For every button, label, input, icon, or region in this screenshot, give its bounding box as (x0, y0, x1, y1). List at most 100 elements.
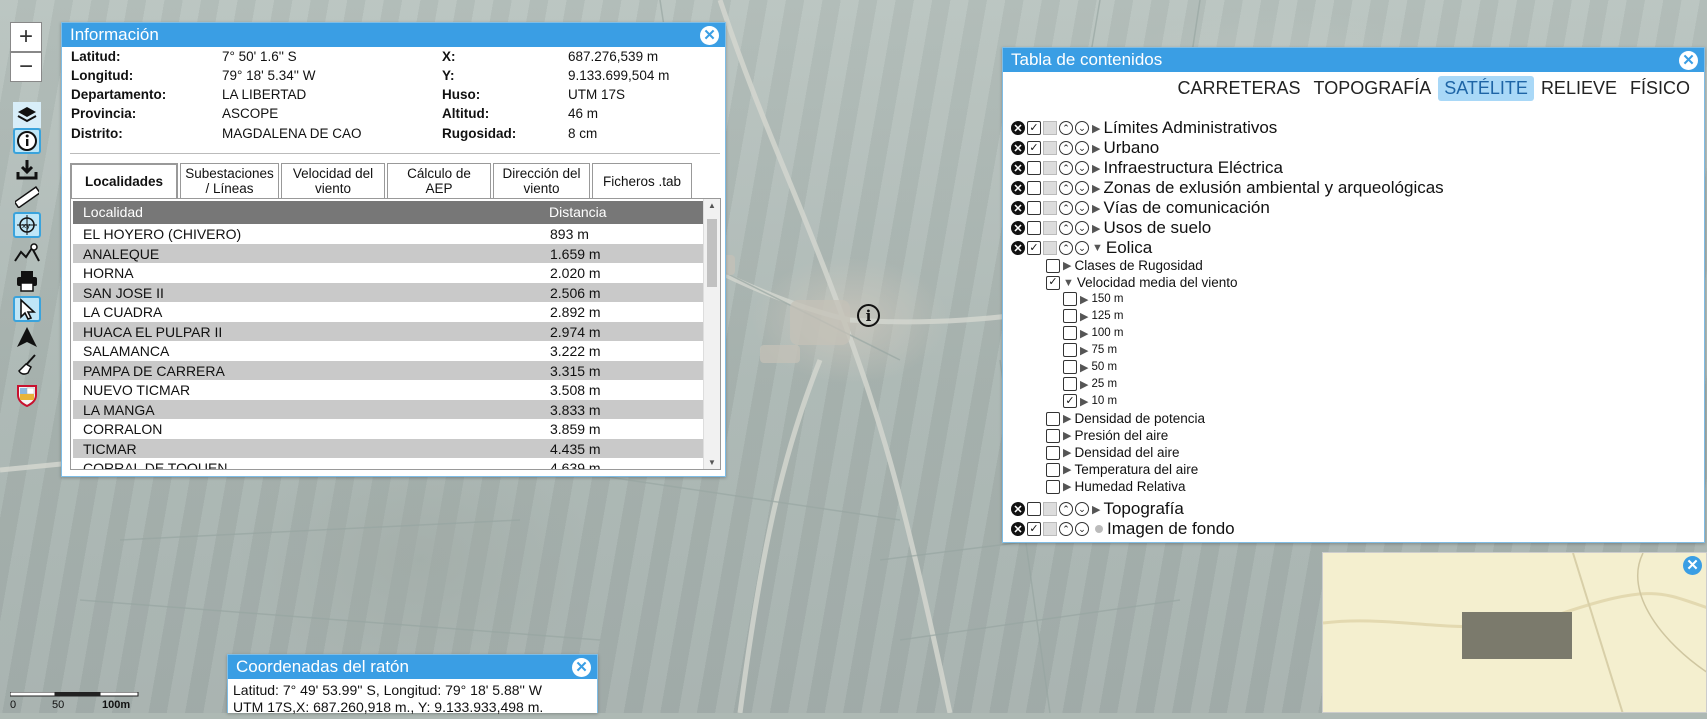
expand-icon[interactable]: ▶ (1092, 122, 1100, 135)
sublayer-row[interactable]: ▶ Presión del aire (1046, 428, 1168, 443)
sublayer-row[interactable]: ▶ Clases de Rugosidad (1046, 258, 1203, 273)
expand-icon[interactable]: ▶ (1063, 463, 1071, 476)
measure-button[interactable] (13, 184, 41, 210)
expand-icon[interactable]: ▶ (1092, 503, 1100, 516)
layer-row-eolica[interactable]: ✕ ✓ ⌃ ⌄ ▼ Eolica (1011, 238, 1152, 258)
legend-icon[interactable] (1043, 221, 1057, 235)
move-down-icon[interactable]: ⌄ (1075, 201, 1089, 215)
layer-checkbox[interactable] (1046, 479, 1060, 494)
expand-icon[interactable]: ▶ (1080, 310, 1088, 323)
expand-icon[interactable]: ▶ (1063, 412, 1071, 425)
move-up-icon[interactable]: ⌃ (1059, 161, 1073, 175)
close-icon[interactable]: ✕ (700, 26, 719, 45)
expand-icon[interactable]: ▶ (1092, 222, 1100, 235)
layer-row[interactable]: ✕ ⌃ ⌄ ▶ Topografía (1011, 499, 1184, 519)
move-up-icon[interactable]: ⌃ (1059, 201, 1073, 215)
select-button[interactable] (13, 296, 41, 322)
expand-icon[interactable]: ▶ (1080, 293, 1088, 306)
remove-icon[interactable]: ✕ (1011, 141, 1025, 155)
elevation-profile-button[interactable] (13, 240, 41, 266)
remove-icon[interactable]: ✕ (1011, 181, 1025, 195)
move-up-icon[interactable]: ⌃ (1059, 241, 1073, 255)
move-down-icon[interactable]: ⌄ (1075, 502, 1089, 516)
basemap-tab-relieve[interactable]: RELIEVE (1535, 76, 1623, 101)
remove-icon[interactable]: ✕ (1011, 502, 1025, 516)
move-down-icon[interactable]: ⌄ (1075, 241, 1089, 255)
collapse-icon[interactable]: ▼ (1092, 242, 1103, 254)
move-up-icon[interactable]: ⌃ (1059, 141, 1073, 155)
remove-icon[interactable]: ✕ (1011, 201, 1025, 215)
scroll-down-icon[interactable]: ▼ (708, 458, 716, 467)
table-row[interactable]: LA CUADRA 2.892 m (73, 302, 705, 322)
layer-checkbox[interactable] (1046, 258, 1060, 273)
table-row[interactable]: PAMPA DE CARRERA 3.315 m (73, 360, 705, 380)
layer-checkbox[interactable] (1063, 360, 1077, 374)
tab-calculo-aep[interactable]: Cálculo de AEP (387, 163, 491, 198)
layer-checkbox[interactable] (1063, 377, 1077, 391)
basemap-tab-satelite[interactable]: SATÉLITE (1438, 76, 1534, 101)
overview-map[interactable] (1322, 552, 1707, 713)
close-icon[interactable]: ✕ (1683, 556, 1702, 575)
move-up-icon[interactable]: ⌃ (1059, 502, 1073, 516)
remove-icon[interactable]: ✕ (1011, 121, 1025, 135)
sublayer-row[interactable]: ▶ Temperatura del aire (1046, 462, 1198, 477)
legend-icon[interactable] (1043, 161, 1057, 175)
legend-icon[interactable] (1043, 201, 1057, 215)
close-icon[interactable]: ✕ (572, 658, 591, 677)
layer-row[interactable]: ✕ ✓ ⌃ ⌄ ▶ Urbano (1011, 138, 1159, 158)
height-row[interactable]: ✓ ▶ 10 m (1063, 394, 1117, 408)
layer-row[interactable]: ✕ ✓ ⌃ ⌄ Imagen de fondo (1011, 519, 1235, 539)
expand-icon[interactable]: ▶ (1092, 142, 1100, 155)
layer-checkbox[interactable] (1063, 309, 1077, 323)
sublayer-row[interactable]: ▶ Humedad Relativa (1046, 479, 1186, 494)
info-tool-button[interactable] (13, 128, 41, 154)
tab-direccion-viento[interactable]: Dirección del viento (493, 163, 590, 198)
remove-icon[interactable]: ✕ (1011, 241, 1025, 255)
legend-icon[interactable] (1043, 121, 1057, 135)
layer-checkbox[interactable]: ✓ (1027, 121, 1041, 135)
layer-checkbox[interactable] (1027, 502, 1041, 516)
table-row[interactable]: SAN JOSE II 2.506 m (73, 282, 705, 302)
column-header-distancia[interactable]: Distancia (549, 204, 607, 220)
expand-icon[interactable]: ▶ (1080, 395, 1088, 408)
expand-icon[interactable]: ▶ (1092, 182, 1100, 195)
download-button[interactable] (13, 156, 41, 182)
move-down-icon[interactable]: ⌄ (1075, 121, 1089, 135)
move-up-icon[interactable]: ⌃ (1059, 121, 1073, 135)
layer-checkbox[interactable] (1027, 201, 1041, 215)
column-header-localidad[interactable]: Localidad (83, 204, 143, 220)
height-row[interactable]: ▶ 25 m (1063, 377, 1117, 391)
table-row[interactable]: NUEVO TICMAR 3.508 m (73, 380, 705, 400)
height-row[interactable]: ▶ 50 m (1063, 360, 1117, 374)
zoom-in-button[interactable]: + (10, 22, 42, 52)
expand-icon[interactable]: ▶ (1063, 446, 1071, 459)
scrollbar-thumb[interactable] (707, 219, 717, 287)
height-row[interactable]: ▶ 100 m (1063, 326, 1123, 340)
sublayer-row[interactable]: ▶ Densidad del aire (1046, 445, 1180, 460)
layer-row[interactable]: ✕ ⌃ ⌄ ▶ Vías de comunicación (1011, 198, 1270, 218)
layer-checkbox[interactable] (1046, 411, 1060, 426)
table-row[interactable]: EL HOYERO (CHIVERO) 893 m (73, 224, 705, 244)
close-icon[interactable]: ✕ (1679, 51, 1698, 70)
expand-icon[interactable]: ▶ (1063, 429, 1071, 442)
move-down-icon[interactable]: ⌄ (1075, 221, 1089, 235)
basemap-tab-fisico[interactable]: FÍSICO (1624, 76, 1696, 101)
expand-icon[interactable]: ▶ (1080, 361, 1088, 374)
remove-icon[interactable]: ✕ (1011, 221, 1025, 235)
legend-icon[interactable] (1043, 502, 1057, 516)
move-up-icon[interactable]: ⌃ (1059, 221, 1073, 235)
table-row[interactable]: HUACA EL PULPAR II 2.974 m (73, 321, 705, 341)
layer-checkbox[interactable]: ✓ (1046, 275, 1060, 290)
sublayer-row[interactable]: ✓ ▼ Velocidad media del viento (1046, 275, 1238, 290)
height-row[interactable]: ▶ 150 m (1063, 292, 1123, 306)
peru-button[interactable] (13, 382, 41, 408)
height-row[interactable]: ▶ 125 m (1063, 309, 1123, 323)
scroll-up-icon[interactable]: ▲ (708, 201, 716, 210)
layer-checkbox[interactable]: ✓ (1027, 141, 1041, 155)
legend-icon[interactable] (1043, 241, 1057, 255)
table-row[interactable]: CORRALON 3.859 m (73, 419, 705, 439)
layers-button[interactable] (13, 102, 41, 128)
layer-checkbox[interactable] (1063, 343, 1077, 357)
print-button[interactable] (13, 268, 41, 294)
basemap-tab-carreteras[interactable]: CARRETERAS (1172, 76, 1307, 101)
